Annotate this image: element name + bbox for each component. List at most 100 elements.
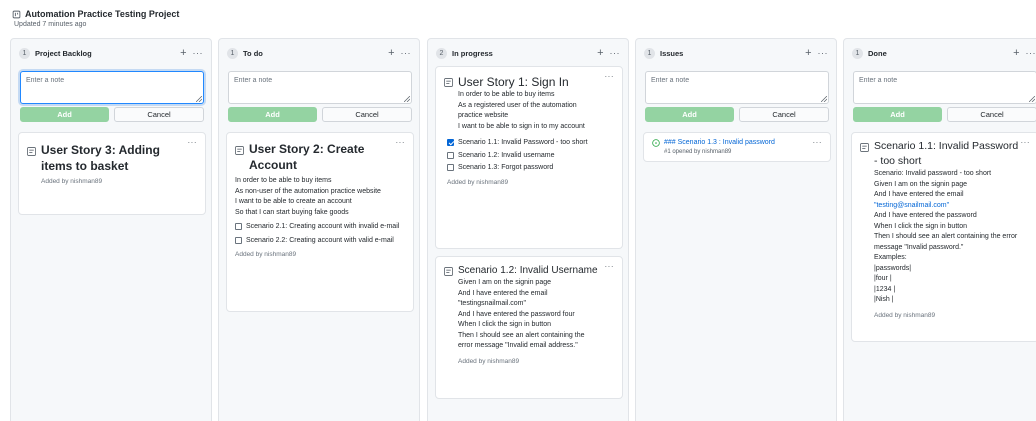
card-text-line: Then I should see an alert containing th… [458, 331, 585, 350]
card-text-line: |four | [874, 275, 892, 282]
email-link[interactable]: "testing@snailmail.com" [874, 201, 1020, 212]
task-label: Scenario 2.1: Creating account with inva… [246, 223, 400, 230]
card-text-line: |1234 | [874, 285, 896, 293]
column-menu-icon[interactable]: ··· [401, 48, 412, 58]
resize-handle-icon[interactable] [821, 96, 827, 102]
column-count: 1 [19, 47, 30, 59]
add-card-icon[interactable]: + [180, 47, 186, 59]
resize-handle-icon[interactable] [196, 96, 202, 102]
note-icon [444, 78, 453, 87]
card-text-line: And I have entered the email "testingsna… [458, 289, 548, 308]
add-button[interactable]: Add [645, 107, 734, 122]
card-title: User Story 1: Sign In [458, 75, 569, 89]
task-item: Scenario 1.3: Forgot password [447, 163, 614, 173]
card-text-line: I want to be able to sign in to my accou… [458, 122, 585, 130]
card-user-story-2[interactable]: ··· User Story 2: Create Account In orde… [226, 132, 414, 312]
column-count: 1 [644, 47, 655, 59]
card-added-by: Added by nishman89 [235, 251, 297, 258]
note-input[interactable] [20, 71, 204, 104]
card-added-by: Added by nishman89 [458, 357, 520, 365]
cancel-button[interactable]: Cancel [322, 107, 412, 122]
column-count: 1 [852, 47, 863, 59]
column-header: 1 Issues + ··· [644, 46, 828, 60]
project-title-row: Automation Practice Testing Project [12, 9, 179, 19]
card-added-by: Added by nishman89 [447, 178, 509, 186]
project-updated: Updated 7 minutes ago [14, 21, 87, 28]
card-text-line: Scenario: Invalid password - too short [874, 170, 992, 177]
task-checkbox[interactable] [235, 236, 242, 244]
task-checkbox-checked[interactable] [447, 139, 454, 146]
column-issues: 1 Issues + ··· Add Cancel ··· ### Scenar… [635, 38, 837, 421]
note-input-wrap [645, 71, 829, 104]
note-input-wrap [20, 71, 204, 104]
column-menu-icon[interactable]: ··· [193, 48, 204, 58]
add-card-icon[interactable]: + [388, 47, 394, 59]
note-input[interactable] [228, 71, 412, 104]
add-card-icon[interactable]: + [805, 47, 811, 59]
task-checkbox[interactable] [447, 164, 454, 171]
column-count: 2 [436, 47, 447, 59]
card-menu-icon[interactable]: ··· [396, 138, 406, 147]
issue-title-link[interactable]: ### Scenario 1.3 : Invalid password [664, 138, 775, 148]
column-title: Done [868, 48, 887, 58]
column-menu-icon[interactable]: ··· [1026, 48, 1036, 58]
card-text-line: Examples: [874, 254, 907, 261]
task-item: Scenario 1.2: Invalid username [447, 151, 614, 161]
card-text-line: As non-user of the automation practice w… [235, 187, 381, 195]
card-scenario-1-1[interactable]: ··· Scenario 1.1: Invalid Password - too… [851, 132, 1036, 342]
note-input[interactable] [645, 71, 829, 104]
column-count: 1 [227, 47, 238, 59]
cancel-button[interactable]: Cancel [947, 107, 1036, 122]
cancel-button[interactable]: Cancel [114, 107, 204, 122]
project-title[interactable]: Automation Practice Testing Project [25, 9, 179, 19]
card-menu-icon[interactable]: ··· [605, 72, 615, 81]
card-text-line: Then I should see an alert containing th… [874, 233, 1018, 251]
card-text-line: |Nish | [874, 296, 894, 303]
column-menu-icon[interactable]: ··· [610, 48, 621, 58]
card-title: User Story 2: Create Account [249, 142, 365, 172]
card-menu-icon[interactable]: ··· [188, 138, 198, 147]
card-user-story-3[interactable]: ··· User Story 3: Adding items to basket… [18, 132, 206, 215]
issue-card[interactable]: ··· ### Scenario 1.3 : Invalid password … [643, 132, 831, 162]
add-button[interactable]: Add [228, 107, 317, 122]
task-label: Scenario 1.2: Invalid username [458, 151, 555, 159]
task-item: Scenario 2.1: Creating account with inva… [235, 222, 405, 232]
card-menu-icon[interactable]: ··· [813, 138, 823, 147]
card-title: User Story 3: Adding items to basket [41, 143, 160, 173]
project-icon [12, 10, 21, 18]
column-project-backlog: 1 Project Backlog + ··· Add Cancel ··· U… [10, 38, 212, 421]
add-card-icon[interactable]: + [597, 47, 603, 59]
note-icon [235, 146, 244, 155]
task-checkbox[interactable] [235, 223, 242, 230]
column-title: To do [243, 48, 263, 58]
card-menu-icon[interactable]: ··· [605, 262, 615, 271]
task-checkbox[interactable] [447, 151, 454, 159]
add-button[interactable]: Add [20, 107, 109, 122]
card-text-line: And I have entered the password four [458, 310, 575, 318]
card-text-line: |passwords| [874, 264, 912, 272]
column-title: In progress [452, 48, 493, 58]
card-text-line: I want to be able to create an account [235, 198, 352, 205]
resize-handle-icon[interactable] [404, 96, 410, 102]
resize-handle-icon[interactable] [1029, 96, 1035, 102]
issue-opened-by: #1 opened by nishman89 [664, 149, 732, 155]
note-input-wrap [853, 71, 1036, 104]
card-text-line: And I have entered the email [874, 191, 964, 198]
note-input[interactable] [853, 71, 1036, 104]
column-done: 1 Done + ··· Add Cancel ··· Scenario 1.1… [843, 38, 1036, 421]
card-user-story-1[interactable]: ··· User Story 1: Sign In In order to be… [435, 66, 623, 249]
task-label: Scenario 2.2: Creating account with vali… [246, 236, 394, 244]
note-icon [444, 267, 453, 276]
note-icon [860, 143, 869, 152]
column-header: 2 In progress + ··· [436, 46, 620, 60]
task-item: Scenario 2.2: Creating account with vali… [235, 236, 405, 246]
add-button[interactable]: Add [853, 107, 942, 122]
card-text-line: Given I am on the signin page [458, 279, 552, 286]
card-scenario-1-2[interactable]: ··· Scenario 1.2: Invalid Username Given… [435, 256, 623, 399]
card-text-line: As a registered user of the automation p… [458, 101, 577, 120]
add-card-icon[interactable]: + [1013, 47, 1019, 59]
column-menu-icon[interactable]: ··· [818, 48, 829, 58]
card-menu-icon[interactable]: ··· [1021, 138, 1031, 147]
task-label: Scenario 1.1: Invalid Password - too sho… [458, 139, 588, 146]
cancel-button[interactable]: Cancel [739, 107, 829, 122]
